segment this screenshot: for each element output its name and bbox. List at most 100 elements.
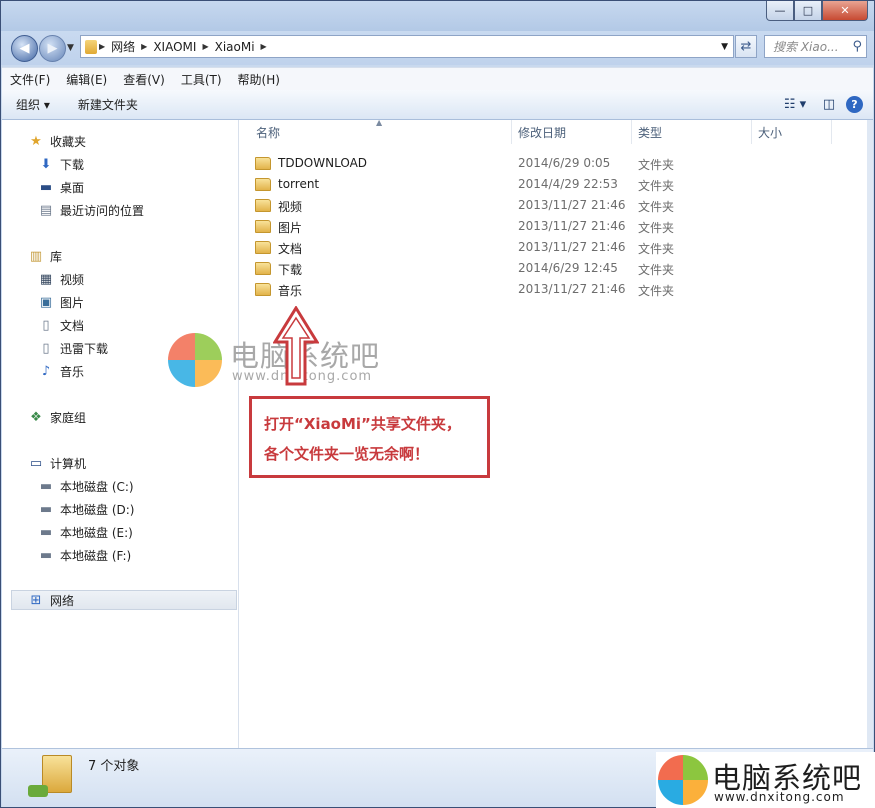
nav-network[interactable]: ⊞ 网络: [11, 590, 237, 610]
new-folder-button[interactable]: 新建文件夹: [64, 96, 152, 113]
nav-videos[interactable]: ▦ 视频: [38, 269, 84, 289]
menu-tools[interactable]: 工具(T): [173, 71, 230, 88]
table-row[interactable]: torrent 2014/4/29 22:53 文件夹: [255, 175, 865, 195]
column-name[interactable]: 名称: [250, 120, 512, 144]
menu-file[interactable]: 文件(F): [2, 71, 58, 88]
nav-favorites[interactable]: ★ 收藏夹: [28, 131, 86, 151]
recent-places-icon: ▤: [39, 202, 53, 218]
table-row[interactable]: TDDOWNLOAD 2014/6/29 0:05 文件夹: [255, 154, 865, 174]
title-bar[interactable]: — □ ✕: [1, 1, 874, 31]
folder-icon: [255, 220, 271, 233]
folder-icon: [255, 262, 271, 275]
nav-desktop[interactable]: ▬ 桌面: [38, 177, 84, 197]
address-dropdown-icon[interactable]: ▼: [721, 42, 728, 52]
help-icon[interactable]: ?: [846, 96, 863, 113]
file-name: 视频: [278, 200, 303, 214]
nav-downloads[interactable]: ⬇ 下载: [38, 154, 84, 174]
nav-libraries[interactable]: ▥ 库: [28, 246, 62, 266]
nav-documents[interactable]: ▯ 文档: [38, 315, 84, 335]
nav-label: 图片: [60, 295, 85, 310]
menu-help[interactable]: 帮助(H): [230, 71, 288, 88]
homegroup-icon: ❖: [30, 409, 42, 425]
brand-url: www.dnxitong.com: [714, 790, 845, 804]
computer-icon: ▭: [29, 455, 43, 471]
column-size[interactable]: 大小: [752, 120, 832, 144]
chevron-right-icon[interactable]: ▶: [141, 42, 147, 51]
breadcrumb-network[interactable]: 网络: [111, 38, 135, 55]
nav-label: 库: [50, 249, 63, 264]
menu-bar: 文件(F) 编辑(E) 查看(V) 工具(T) 帮助(H): [2, 67, 873, 91]
column-modified[interactable]: 修改日期: [512, 120, 632, 144]
nav-label: 网络: [50, 593, 75, 608]
close-button[interactable]: ✕: [822, 1, 868, 21]
forward-button[interactable]: ▶: [39, 35, 66, 62]
back-button[interactable]: ◀: [11, 35, 38, 62]
nav-label: 文档: [60, 318, 85, 333]
nav-label: 家庭组: [50, 410, 87, 425]
table-row[interactable]: 文档 2013/11/27 21:46 文件夹: [255, 238, 865, 258]
navigation-row: ◀ ▶ ▼ ▶ 网络 ▶ XIAOMI ▶ XiaoMi ▶ ▼ ⇄ 搜索 Xi…: [1, 31, 874, 65]
preview-pane-icon[interactable]: ◫: [816, 94, 842, 116]
chevron-right-icon[interactable]: ▶: [202, 42, 208, 51]
menu-edit[interactable]: 编辑(E): [58, 71, 115, 88]
hard-drive-icon: ▬: [39, 547, 53, 563]
hard-drive-icon: ▬: [39, 501, 53, 517]
nav-drive-f[interactable]: ▬ 本地磁盘 (F:): [38, 545, 131, 565]
nav-music[interactable]: ♪ 音乐: [38, 361, 84, 381]
nav-recent-places[interactable]: ▤ 最近访问的位置: [38, 200, 144, 220]
folder-icon: [255, 241, 271, 254]
nav-drive-e[interactable]: ▬ 本地磁盘 (E:): [38, 522, 133, 542]
file-type: 文件夹: [638, 263, 675, 277]
folder-icon: [255, 199, 271, 212]
history-dropdown-icon[interactable]: ▼: [67, 43, 74, 53]
search-box[interactable]: 搜索 Xiao... ⚲: [764, 35, 867, 58]
nav-label: 本地磁盘 (C:): [60, 479, 134, 494]
document-icon: ▯: [42, 340, 50, 356]
table-row[interactable]: 图片 2013/11/27 21:46 文件夹: [255, 217, 865, 237]
breadcrumb-host[interactable]: XIAOMI: [153, 40, 196, 54]
file-type: 文件夹: [638, 179, 675, 193]
scroll-gutter: [867, 120, 873, 748]
annotation-callout: 打开“XiaoMi”共享文件夹， 各个文件夹一览无余啊！: [249, 396, 490, 478]
window-controls: — □ ✕: [766, 1, 868, 21]
file-date: 2014/6/29 12:45: [518, 261, 618, 275]
network-icon: ⊞: [30, 592, 42, 608]
table-row[interactable]: 下载 2014/6/29 12:45 文件夹: [255, 259, 865, 279]
navigation-pane: ★ 收藏夹 ⬇ 下载 ▬ 桌面 ▤ 最近访问的位置 ▥ 库 ▦ 视频 ▣ 图片 ▯ 文档 ▯ 迅雷…: [2, 120, 239, 748]
nav-drive-c[interactable]: ▬ 本地磁盘 (C:): [38, 476, 134, 496]
search-icon[interactable]: ⚲: [852, 39, 862, 54]
nav-pictures[interactable]: ▣ 图片: [38, 292, 84, 312]
nav-computer[interactable]: ▭ 计算机: [28, 453, 86, 473]
organize-button[interactable]: 组织 ▾: [2, 96, 64, 113]
nav-drive-d[interactable]: ▬ 本地磁盘 (D:): [38, 499, 135, 519]
brand-logo-icon: [658, 755, 708, 805]
breadcrumb-share[interactable]: XiaoMi: [215, 40, 255, 54]
nav-homegroup[interactable]: ❖ 家庭组: [28, 407, 86, 427]
nav-thunder-downloads[interactable]: ▯ 迅雷下载: [38, 338, 108, 358]
folder-icon: [85, 39, 97, 54]
chevron-right-icon[interactable]: ▶: [261, 42, 267, 51]
table-row[interactable]: 音乐 2013/11/27 21:46 文件夹: [255, 280, 865, 300]
menu-view[interactable]: 查看(V): [115, 71, 173, 88]
column-type[interactable]: 类型: [632, 120, 752, 144]
file-name: 下载: [278, 263, 303, 277]
file-name: 图片: [278, 221, 303, 235]
hard-drive-icon: ▬: [39, 524, 53, 540]
nav-label: 桌面: [60, 180, 85, 195]
file-type: 文件夹: [638, 284, 675, 298]
download-folder-icon: ⬇: [40, 156, 52, 172]
arrow-right-icon: ▶: [47, 41, 58, 56]
refresh-button[interactable]: ⇄: [735, 35, 757, 58]
view-options-icon[interactable]: ☷ ▾: [782, 94, 808, 116]
toolbar-right: ☷ ▾ ◫ ?: [778, 94, 873, 116]
file-name: 文档: [278, 242, 303, 256]
maximize-button[interactable]: □: [794, 1, 822, 21]
table-row[interactable]: 视频 2013/11/27 21:46 文件夹: [255, 196, 865, 216]
folder-icon: [255, 178, 271, 191]
file-date: 2013/11/27 21:46: [518, 198, 626, 212]
refresh-icon: ⇄: [740, 39, 752, 54]
address-bar[interactable]: ▶ 网络 ▶ XIAOMI ▶ XiaoMi ▶ ▼: [80, 35, 734, 58]
minimize-button[interactable]: —: [766, 1, 794, 21]
nav-label: 收藏夹: [50, 134, 87, 149]
chevron-right-icon[interactable]: ▶: [99, 42, 105, 51]
